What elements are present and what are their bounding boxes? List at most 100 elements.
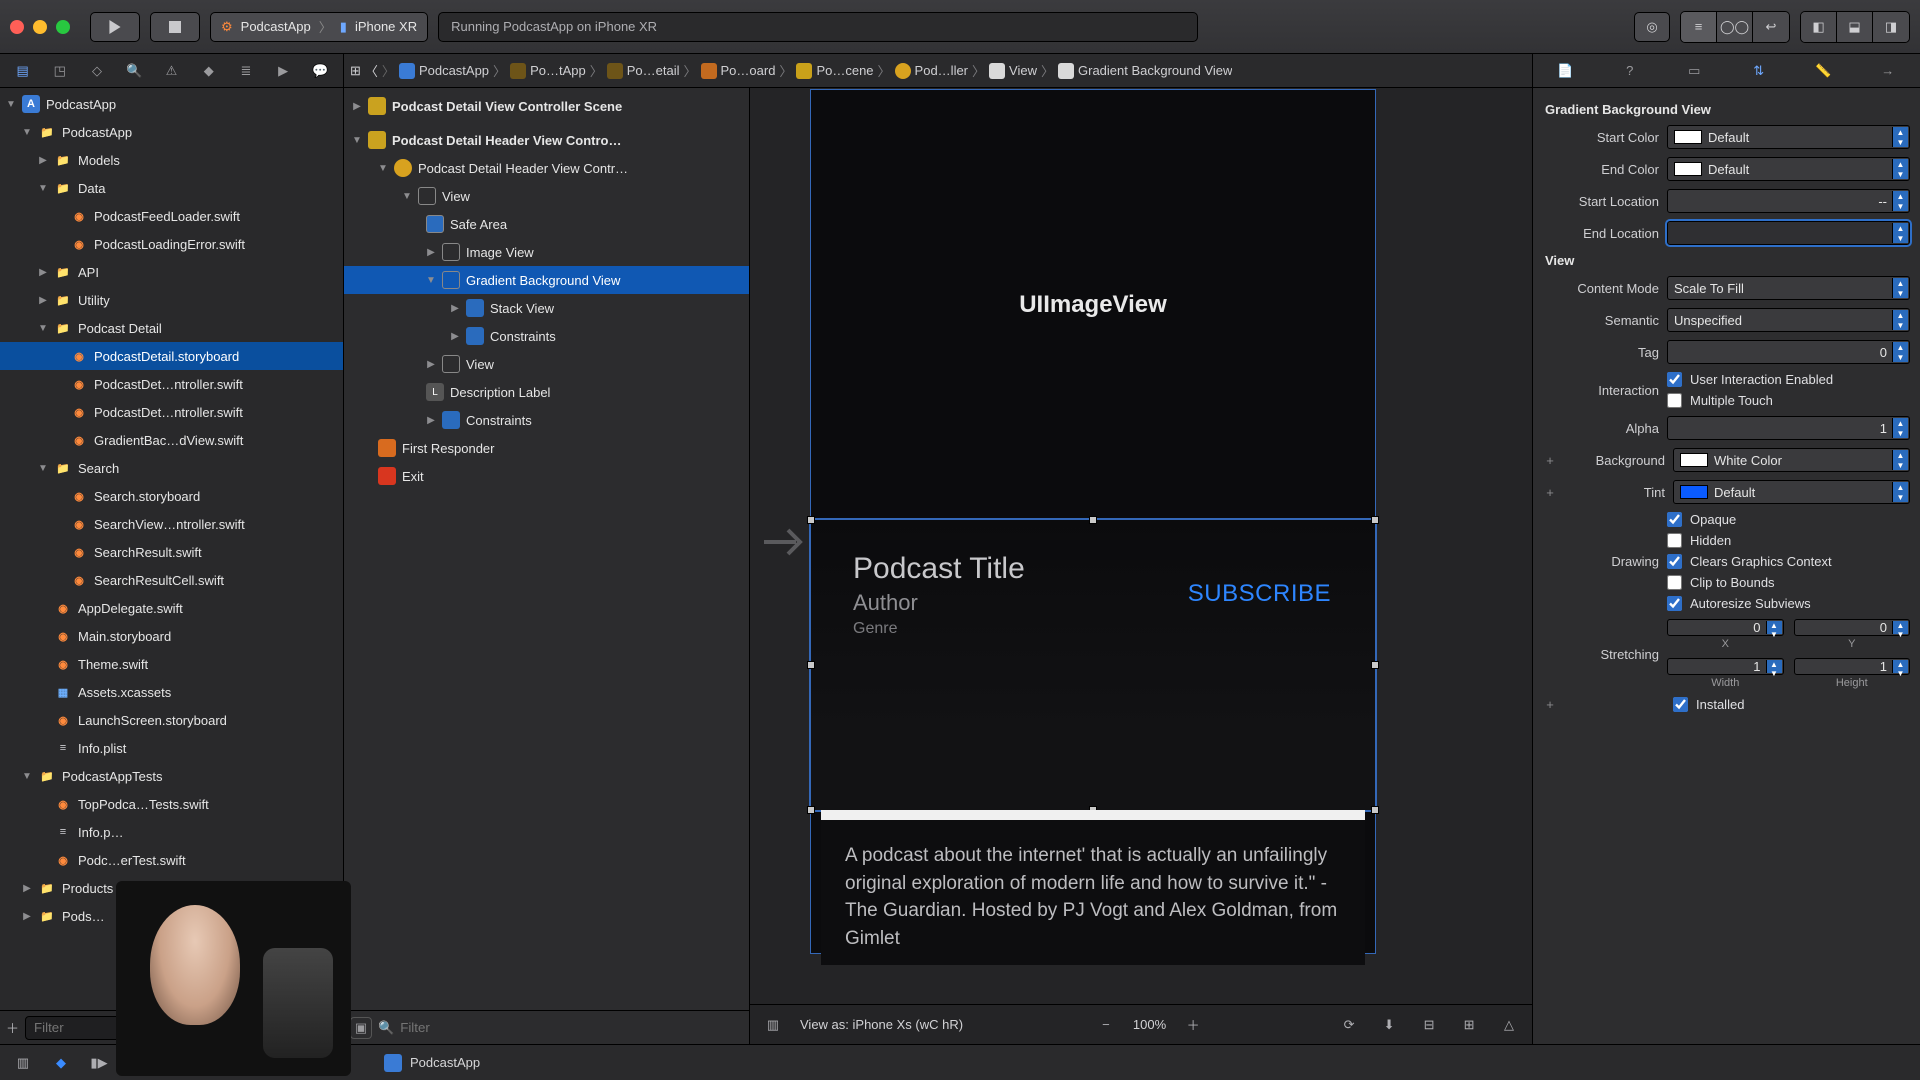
embed-in-icon[interactable]: ⬇ [1376,1012,1402,1038]
outline-filter[interactable] [400,1016,743,1040]
podcast-title-label[interactable]: Podcast Title [853,552,1025,586]
group-search[interactable]: ▼📁Search [0,454,343,482]
symbol-navigator-tab[interactable]: ◇ [84,58,110,84]
file-search-storyboard[interactable]: ◉Search.storyboard [0,482,343,510]
outline-vc-scene[interactable]: ▼Podcast Detail Header View Contro… [344,126,749,154]
gradient-background-view[interactable]: Podcast Title Author Genre SUBSCRIBE [811,520,1375,810]
content-mode-field[interactable]: Scale To Fill▲▼ [1667,276,1910,300]
start-location-field[interactable]: --▲▼ [1667,189,1910,213]
alpha-field[interactable]: 1▲▼ [1667,416,1910,440]
file-loadingerror[interactable]: ◉PodcastLoadingError.swift [0,230,343,258]
add-tint-icon[interactable]: + [1543,485,1557,500]
breakpoints-icon[interactable]: ◆ [48,1050,74,1076]
add-background-icon[interactable]: + [1543,453,1557,468]
background-field[interactable]: White Color▲▼ [1673,448,1910,472]
hide-outline-icon[interactable]: ▥ [760,1012,786,1038]
subscribe-button[interactable]: SUBSCRIBE [1188,580,1331,608]
interface-builder-canvas[interactable]: UIImageView Podcast Title [750,88,1532,1004]
toggle-navigator[interactable]: ◧ [1801,12,1837,42]
update-frames-icon[interactable]: ⟳ [1336,1012,1362,1038]
outline-toggle[interactable]: ▣ [350,1017,372,1039]
run-button[interactable] [90,12,140,42]
find-navigator-tab[interactable]: 🔍 [121,58,147,84]
group-api[interactable]: ▶📁API [0,258,343,286]
file-search-result[interactable]: ◉SearchResult.swift [0,538,343,566]
outline-vc[interactable]: ▼Podcast Detail Header View Contr… [344,154,749,182]
file-feedloader[interactable]: ◉PodcastFeedLoader.swift [0,202,343,230]
debug-navigator-tab[interactable]: ≣ [233,58,259,84]
group-data[interactable]: ▼📁Data [0,174,343,202]
genre-label[interactable]: Genre [853,620,1025,638]
end-color-field[interactable]: Default▲▼ [1667,157,1910,181]
attributes-inspector-tab[interactable]: ⇅ [1745,57,1773,85]
file-detail-storyboard[interactable]: ◉PodcastDetail.storyboard [0,342,343,370]
identity-inspector-tab[interactable]: ▭ [1680,57,1708,85]
project-root[interactable]: ▼APodcastApp [0,90,343,118]
file-toptests[interactable]: ◉TopPodca…Tests.swift [0,790,343,818]
file-detail-controller-2[interactable]: ◉PodcastDet…ntroller.swift [0,398,343,426]
stretch-x-field[interactable]: 0▲▼ [1667,619,1784,636]
autoresize-checkbox[interactable]: Autoresize Subviews [1667,596,1832,611]
report-navigator-tab[interactable]: 💬 [307,58,333,84]
file-gradient-view[interactable]: ◉GradientBac…dView.swift [0,426,343,454]
file-appdelegate[interactable]: ◉AppDelegate.swift [0,594,343,622]
outline-constraints-2[interactable]: ▶Constraints [344,406,749,434]
outline-description-label[interactable]: LDescription Label [344,378,749,406]
hidden-checkbox[interactable]: Hidden [1667,533,1832,548]
resolve-issues-icon[interactable]: △ [1496,1012,1522,1038]
file-info-plist[interactable]: ≡Info.plist [0,734,343,762]
editor-mode-segmented[interactable]: ≡ ◯◯ ↩ [1680,11,1790,43]
outline-view-2[interactable]: ▶View [344,350,749,378]
quick-help-tab[interactable]: ? [1616,57,1644,85]
view-as-label[interactable]: View as: iPhone Xs (wC hR) [800,1017,963,1032]
installed-checkbox[interactable]: Installed [1673,697,1744,712]
window-close[interactable] [10,20,24,34]
toggle-inspector[interactable]: ◨ [1873,12,1909,42]
outline-gradient-view[interactable]: ▼Gradient Background View [344,266,749,294]
outline-exit[interactable]: Exit [344,462,749,490]
clears-context-checkbox[interactable]: Clears Graphics Context [1667,554,1832,569]
group-app[interactable]: ▼📁PodcastApp [0,118,343,146]
standard-editor[interactable]: ≡ [1681,12,1717,42]
continue-icon[interactable]: ▮▶ [86,1050,112,1076]
start-color-field[interactable]: Default▲▼ [1667,125,1910,149]
uiimageview-placeholder[interactable]: UIImageView [811,90,1375,520]
outline-image-view[interactable]: ▶Image View [344,238,749,266]
window-minimize[interactable] [33,20,47,34]
related-items-icon[interactable]: ⊞ [350,63,361,79]
outline-constraints-1[interactable]: ▶Constraints [344,322,749,350]
file-tests-info[interactable]: ≡Info.p… [0,818,343,846]
outline-first-responder[interactable]: First Responder [344,434,749,462]
file-assets[interactable]: ▦Assets.xcassets [0,678,343,706]
pin-icon[interactable]: ⊞ [1456,1012,1482,1038]
author-label[interactable]: Author [853,590,1025,616]
file-search-vc[interactable]: ◉SearchView…ntroller.swift [0,510,343,538]
stretch-h-field[interactable]: 1▲▼ [1794,658,1911,675]
group-models[interactable]: ▶📁Models [0,146,343,174]
zoom-in-icon[interactable]: ＋ [1180,1012,1206,1038]
toggle-debug-area[interactable]: ⬓ [1837,12,1873,42]
test-navigator-tab[interactable]: ◆ [196,58,222,84]
semantic-field[interactable]: Unspecified▲▼ [1667,308,1910,332]
window-zoom[interactable] [56,20,70,34]
assistant-editor[interactable]: ◯◯ [1717,12,1753,42]
zoom-out-icon[interactable]: − [1093,1012,1119,1038]
opaque-checkbox[interactable]: Opaque [1667,512,1832,527]
file-main-storyboard[interactable]: ◉Main.storyboard [0,622,343,650]
file-launchscreen[interactable]: ◉LaunchScreen.storyboard [0,706,343,734]
panel-toggles[interactable]: ◧ ⬓ ◨ [1800,11,1910,43]
outline-view[interactable]: ▼View [344,182,749,210]
outline-safe-area[interactable]: Safe Area [344,210,749,238]
device-frame[interactable]: UIImageView Podcast Title [810,89,1376,954]
stretch-w-field[interactable]: 1▲▼ [1667,658,1784,675]
file-detail-controller-1[interactable]: ◉PodcastDet…ntroller.swift [0,370,343,398]
description-label[interactable]: A podcast about the internet' that is ac… [821,810,1365,965]
user-interaction-checkbox[interactable]: User Interaction Enabled [1667,372,1833,387]
file-loader-test[interactable]: ◉Podc…erTest.swift [0,846,343,874]
source-control-navigator-tab[interactable]: ◳ [47,58,73,84]
breakpoint-navigator-tab[interactable]: ▶ [270,58,296,84]
multiple-touch-checkbox[interactable]: Multiple Touch [1667,393,1833,408]
library-button[interactable]: ◎ [1634,12,1670,42]
group-utility[interactable]: ▶📁Utility [0,286,343,314]
forward-icon[interactable]: 〉 [382,61,395,80]
